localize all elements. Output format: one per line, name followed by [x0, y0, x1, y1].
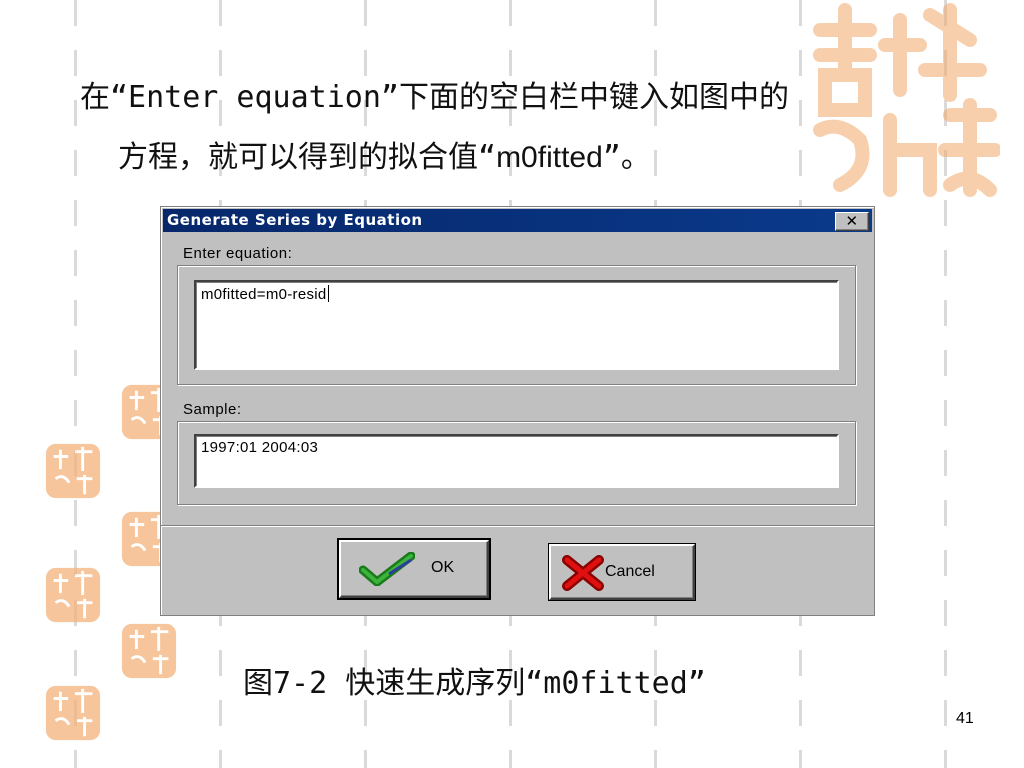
seal-logo-small — [121, 623, 177, 679]
seal-logo-small — [45, 685, 101, 741]
generate-series-dialog: Generate Series by Equation ✕ Enter equa… — [160, 206, 875, 616]
heading-variable-name: m0fitted — [496, 141, 603, 174]
seal-logo-small — [45, 567, 101, 623]
page-number: 41 — [956, 710, 974, 727]
ok-button[interactable]: OK — [337, 538, 491, 600]
sample-input-value: 1997:01 2004:03 — [201, 439, 319, 456]
heading-line-1: 在“Enter equation”下面的空白栏中键入如图中的 — [80, 80, 789, 115]
heading-line-2-suffix: ”。 — [602, 140, 651, 175]
close-button[interactable]: ✕ — [835, 212, 869, 231]
close-icon: ✕ — [845, 212, 859, 230]
checkmark-icon — [359, 552, 415, 586]
ok-button-label: OK — [431, 559, 455, 576]
dialog-title-bar[interactable]: Generate Series by Equation ✕ — [163, 209, 872, 232]
text-caret — [327, 285, 329, 302]
heading-line-2: 方程，就可以得到的拟合值“m0fitted”。 — [80, 128, 980, 188]
seal-logo-small — [45, 443, 101, 499]
equation-label: Enter equation: — [183, 245, 293, 262]
sample-label: Sample: — [183, 401, 242, 418]
equation-input[interactable]: m0fitted=m0-resid — [194, 280, 839, 370]
dialog-title: Generate Series by Equation — [167, 211, 423, 229]
dialog-separator — [161, 525, 874, 527]
sample-input[interactable]: 1997:01 2004:03 — [194, 434, 839, 488]
cancel-button[interactable]: Cancel — [548, 543, 696, 601]
cancel-button-label: Cancel — [605, 563, 655, 580]
figure-caption: 图7-2 快速生成序列“m0fitted” — [243, 666, 706, 701]
red-x-icon — [562, 555, 604, 591]
slide-heading: 在“Enter equation”下面的空白栏中键入如图中的 方程，就可以得到的… — [80, 68, 980, 188]
equation-input-value: m0fitted=m0-resid — [201, 286, 327, 303]
heading-line-2-text: 方程，就可以得到的拟合值“ — [118, 140, 497, 175]
